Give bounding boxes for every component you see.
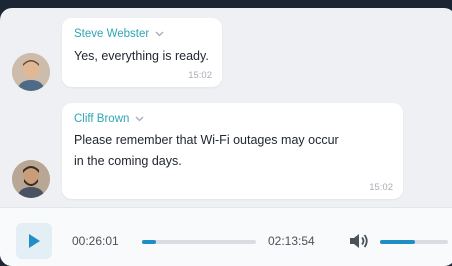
play-button[interactable]	[16, 223, 52, 259]
volume-slider[interactable]	[380, 240, 448, 244]
audio-player: 00:26:01 02:13:54	[0, 207, 452, 266]
progress-fill	[142, 240, 156, 244]
avatar[interactable]	[12, 160, 50, 198]
volume-button[interactable]	[349, 232, 371, 255]
message-text: Yes, everything is ready.	[74, 49, 209, 63]
chat-panel: Steve Webster Yes, everything is ready. …	[0, 8, 452, 266]
chevron-down-icon	[135, 116, 144, 122]
message-time: 15:02	[188, 70, 212, 81]
message-sender[interactable]: Steve Webster	[74, 28, 164, 40]
person-avatar-icon	[12, 53, 50, 91]
chevron-down-icon	[155, 31, 164, 37]
person-avatar-icon	[12, 160, 50, 198]
sender-name: Cliff Brown	[74, 113, 130, 125]
message-bubble: Cliff Brown Please remember that Wi-Fi o…	[62, 103, 403, 199]
volume-fill	[380, 240, 416, 244]
message-bubble: Steve Webster Yes, everything is ready. …	[62, 18, 222, 87]
message-sender[interactable]: Cliff Brown	[74, 113, 144, 125]
message-time: 15:02	[369, 182, 393, 193]
remaining-time: 02:13:54	[268, 234, 315, 248]
volume-icon	[350, 234, 368, 248]
avatar[interactable]	[12, 53, 50, 91]
sender-name: Steve Webster	[74, 28, 150, 40]
message-text: Please remember that Wi-Fi outages may o…	[74, 133, 339, 168]
progress-slider[interactable]	[142, 240, 256, 244]
elapsed-time: 00:26:01	[72, 234, 119, 248]
play-icon	[29, 234, 40, 248]
